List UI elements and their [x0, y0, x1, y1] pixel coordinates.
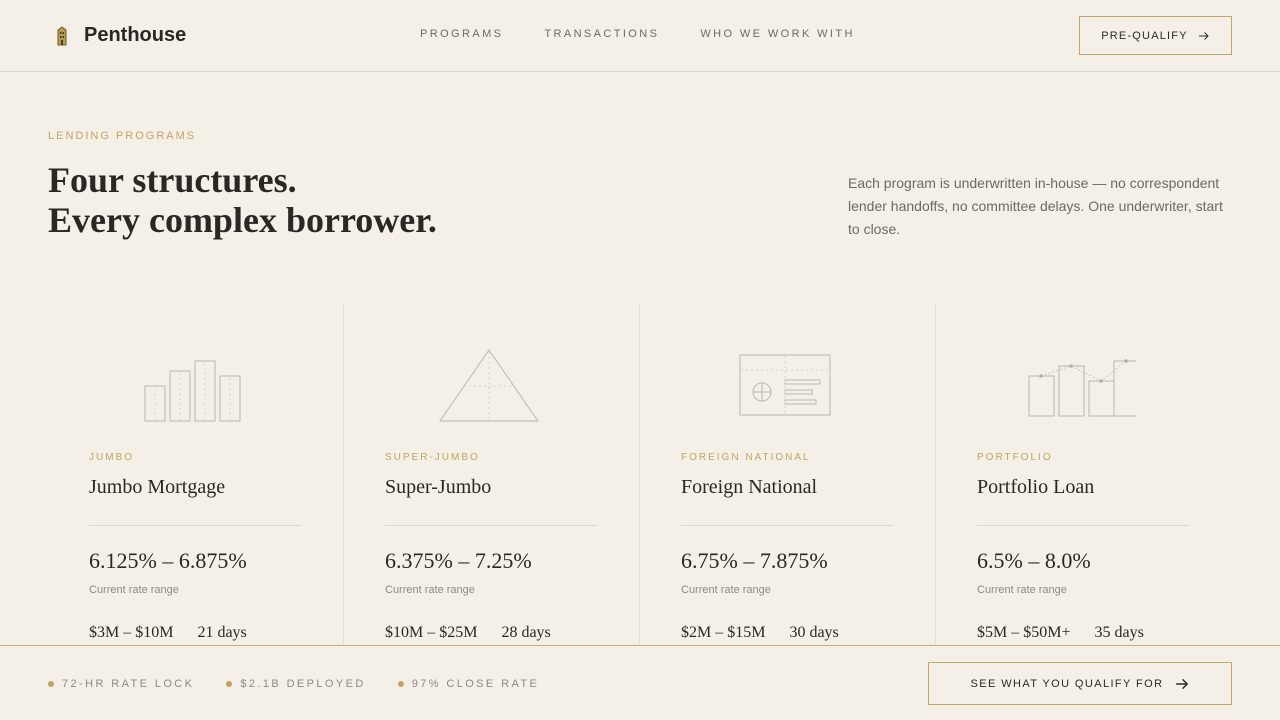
brand-name: Penthouse — [84, 24, 187, 46]
triangle-icon — [439, 349, 539, 422]
rate-range: 6.125% – 6.875% — [89, 548, 247, 573]
stat-close-rate: 97% CLOSE RATE — [397, 678, 540, 690]
loan-amount: $2M – $15M — [681, 624, 766, 641]
loan-amount: $10M – $25M — [385, 624, 478, 641]
qualify-button-label: SEE WHAT YOU QUALIFY FOR — [970, 677, 1164, 690]
rate-range-label: Current rate range — [385, 584, 475, 596]
program-cards: JUMBO Jumbo Mortgage 6.125% – 6.875% Cur… — [48, 304, 1232, 645]
stats-list: 72-HR RATE LOCK $2.1B DEPLOYED 97% CLOSE… — [48, 678, 539, 690]
stat-rate-lock: 72-HR RATE LOCK — [48, 678, 194, 690]
sticky-footer-bar: 72-HR RATE LOCK $2.1B DEPLOYED 97% CLOSE… — [0, 645, 1280, 720]
program-meta: $3M – $10M 21 days — [89, 624, 247, 642]
headline-line-2: Every complex borrower. — [48, 200, 437, 240]
program-tag: JUMBO — [89, 452, 134, 463]
main-nav: PROGRAMS TRANSACTIONS WHO WE WORK WITH — [420, 28, 855, 40]
intro-text: Each program is underwritten in-house — … — [848, 175, 1223, 237]
program-card-jumbo[interactable]: JUMBO Jumbo Mortgage 6.125% – 6.875% Cur… — [48, 304, 344, 645]
rate-range-label: Current rate range — [977, 584, 1067, 596]
program-title: Portfolio Loan — [977, 476, 1095, 498]
program-card-super-jumbo[interactable]: SUPER-JUMBO Super-Jumbo 6.375% – 7.25% C… — [344, 304, 640, 645]
rate-range: 6.75% – 7.875% — [681, 548, 828, 573]
bullet-dot-icon — [397, 681, 404, 687]
loan-amount: $5M – $50M+ — [977, 624, 1071, 641]
program-meta: $2M – $15M 30 days — [681, 624, 839, 642]
stat-text: 97% CLOSE RATE — [411, 678, 540, 690]
close-time: 35 days — [1094, 624, 1144, 641]
program-title: Foreign National — [681, 476, 818, 498]
program-card-portfolio[interactable]: PORTFOLIO Portfolio Loan 6.5% – 8.0% Cur… — [936, 304, 1232, 645]
program-tag: FOREIGN NATIONAL — [681, 452, 811, 463]
bar-chart-icon — [144, 360, 241, 422]
close-time: 30 days — [789, 624, 839, 641]
program-title: Super-Jumbo — [385, 476, 492, 498]
stat-deployed: $2.1B DEPLOYED — [226, 678, 365, 690]
stat-text: 72-HR RATE LOCK — [62, 678, 195, 690]
headline-line-1: Four structures. — [48, 160, 297, 200]
nav-link-who-we-work-with[interactable]: WHO WE WORK WITH — [700, 28, 855, 40]
divider — [385, 525, 598, 526]
program-meta: $10M – $25M 28 days — [385, 624, 551, 642]
rate-range-label: Current rate range — [89, 584, 179, 596]
arrow-right-icon — [1176, 678, 1189, 689]
passport-card-icon — [739, 354, 831, 416]
divider — [681, 525, 894, 526]
nav-link-transactions[interactable]: TRANSACTIONS — [544, 28, 659, 40]
divider — [977, 525, 1190, 526]
program-tag: PORTFOLIO — [977, 452, 1053, 463]
rate-range: 6.5% – 8.0% — [977, 548, 1091, 573]
close-time: 21 days — [197, 624, 247, 641]
pre-qualify-button[interactable]: PRE-QUALIFY — [1079, 16, 1232, 55]
program-meta: $5M – $50M+ 35 days — [977, 624, 1144, 642]
brand[interactable]: Penthouse — [54, 24, 186, 47]
top-navigation: Penthouse PROGRAMS TRANSACTIONS WHO WE W… — [0, 0, 1280, 72]
bullet-dot-icon — [48, 681, 54, 687]
program-card-foreign-national[interactable]: FOREIGN NATIONAL Foreign National 6.75% … — [640, 304, 936, 645]
pre-qualify-label: PRE-QUALIFY — [1101, 29, 1188, 42]
rate-range-label: Current rate range — [681, 584, 771, 596]
page-headline: Four structures. Every complex borrower. — [48, 160, 437, 240]
portfolio-chart-icon — [1028, 359, 1136, 417]
stat-text: $2.1B DEPLOYED — [240, 678, 366, 690]
divider — [89, 525, 302, 526]
building-logo-icon — [57, 25, 67, 45]
program-tag: SUPER-JUMBO — [385, 452, 480, 463]
section-eyebrow: LENDING PROGRAMS — [48, 130, 197, 142]
close-time: 28 days — [501, 624, 551, 641]
loan-amount: $3M – $10M — [89, 624, 174, 641]
rate-range: 6.375% – 7.25% — [385, 548, 532, 573]
arrow-right-icon — [1198, 31, 1209, 40]
bullet-dot-icon — [226, 681, 233, 687]
program-title: Jumbo Mortgage — [89, 476, 226, 498]
see-what-you-qualify-for-button[interactable]: SEE WHAT YOU QUALIFY FOR — [928, 662, 1232, 705]
nav-link-programs[interactable]: PROGRAMS — [420, 28, 503, 40]
